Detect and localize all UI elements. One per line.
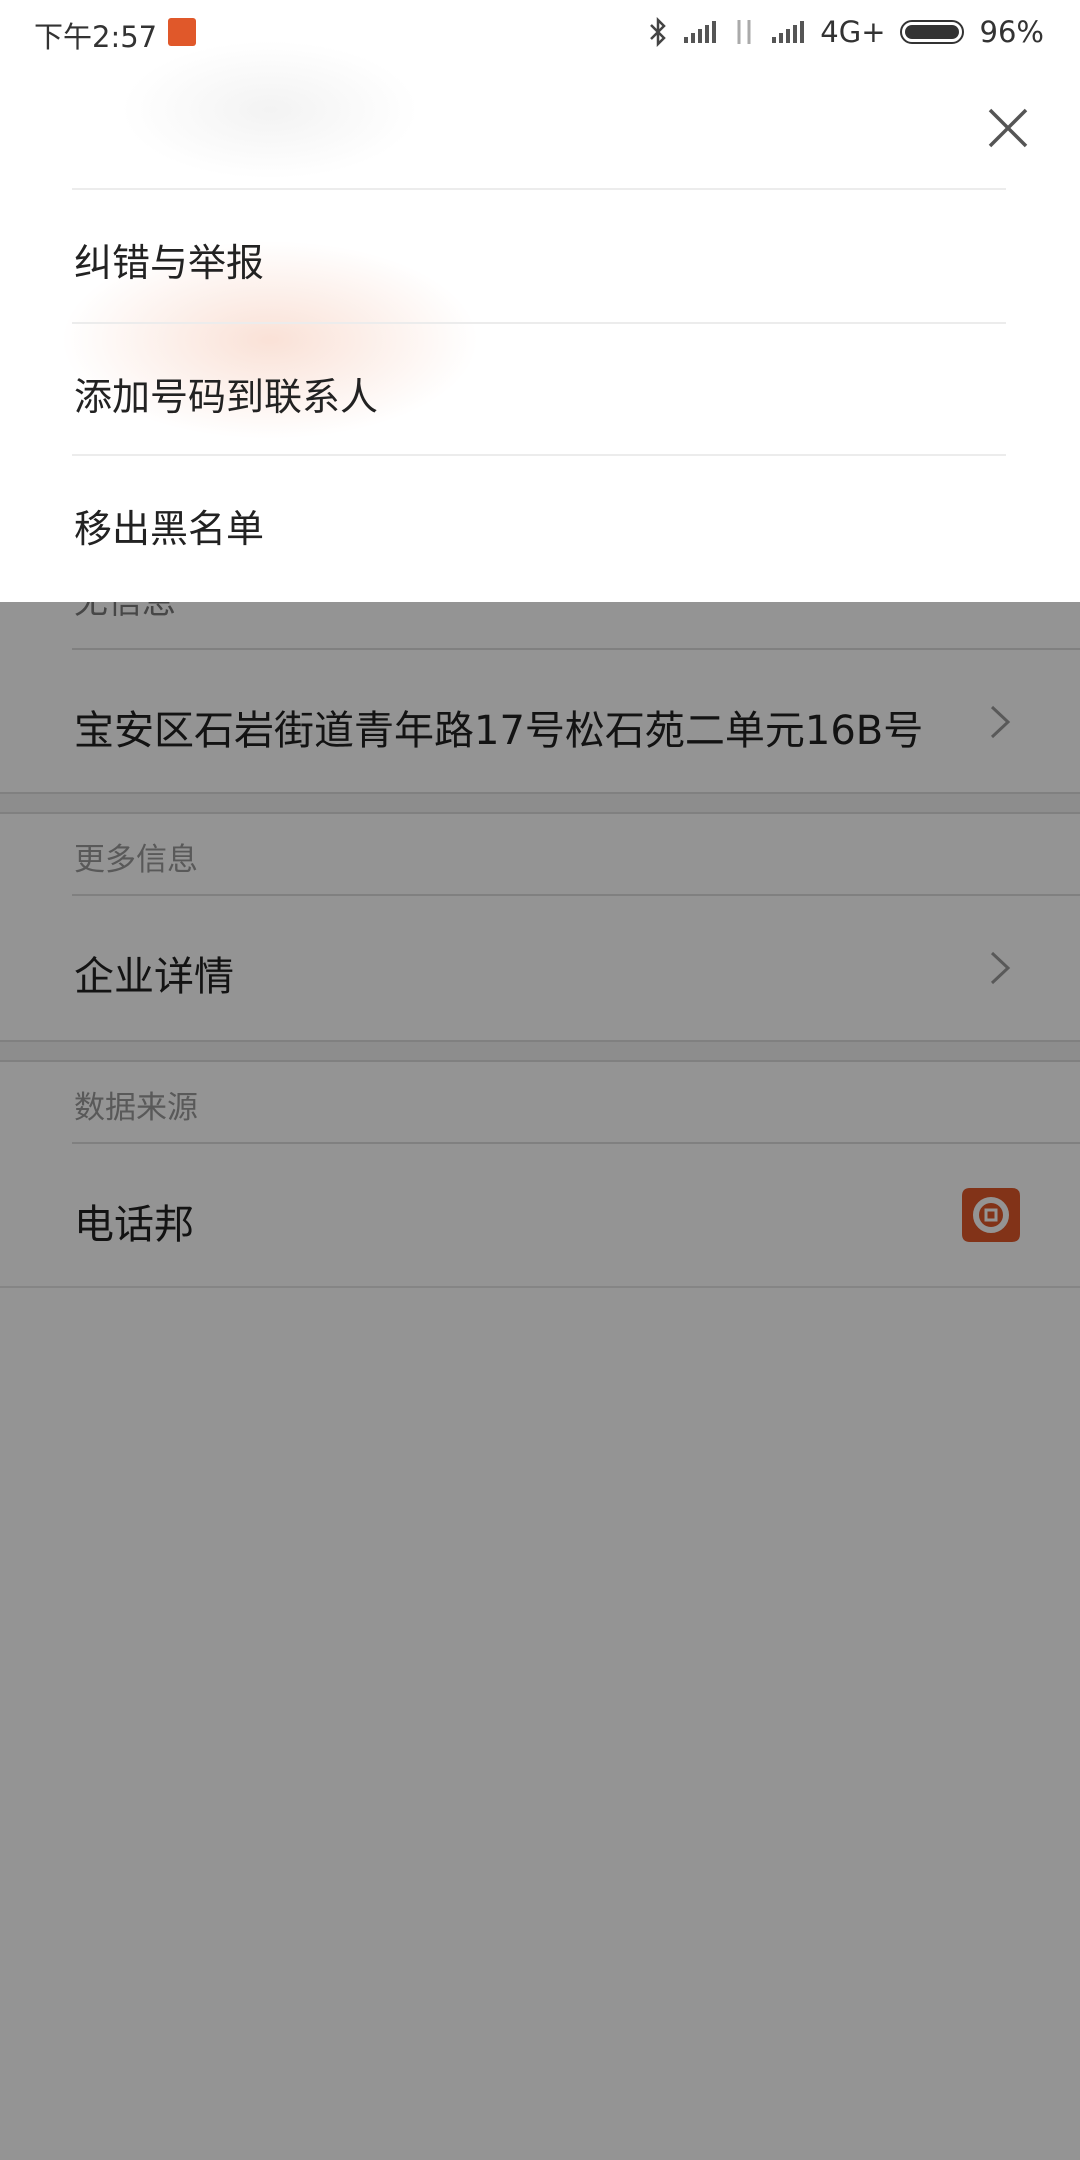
status-bar: 下午2:57 4G+ 96% (0, 0, 1080, 66)
divider (72, 322, 1006, 324)
signal-icon (684, 21, 717, 43)
data-arrows-icon (737, 20, 751, 44)
app-notification-icon (168, 18, 196, 46)
divider (72, 454, 1006, 456)
report-error-menu-item[interactable]: 纠错与举报 (74, 232, 264, 287)
battery-level: 96% (979, 15, 1044, 49)
close-icon[interactable] (984, 104, 1032, 152)
options-sheet: 下午2:57 4G+ 96% 纠错与举报 添加号码到联系人 移出黑名单 (0, 0, 1080, 602)
network-type: 4G+ (820, 15, 886, 49)
bluetooth-icon (650, 17, 667, 47)
battery-icon (899, 20, 964, 44)
remove-from-blacklist-menu-item[interactable]: 移出黑名单 (74, 498, 264, 553)
divider (72, 188, 1006, 190)
add-to-contacts-menu-item[interactable]: 添加号码到联系人 (74, 366, 378, 421)
signal-icon (772, 21, 805, 43)
status-indicators: 4G+ 96% (648, 12, 1044, 52)
status-time: 下午2:57 (34, 20, 158, 54)
